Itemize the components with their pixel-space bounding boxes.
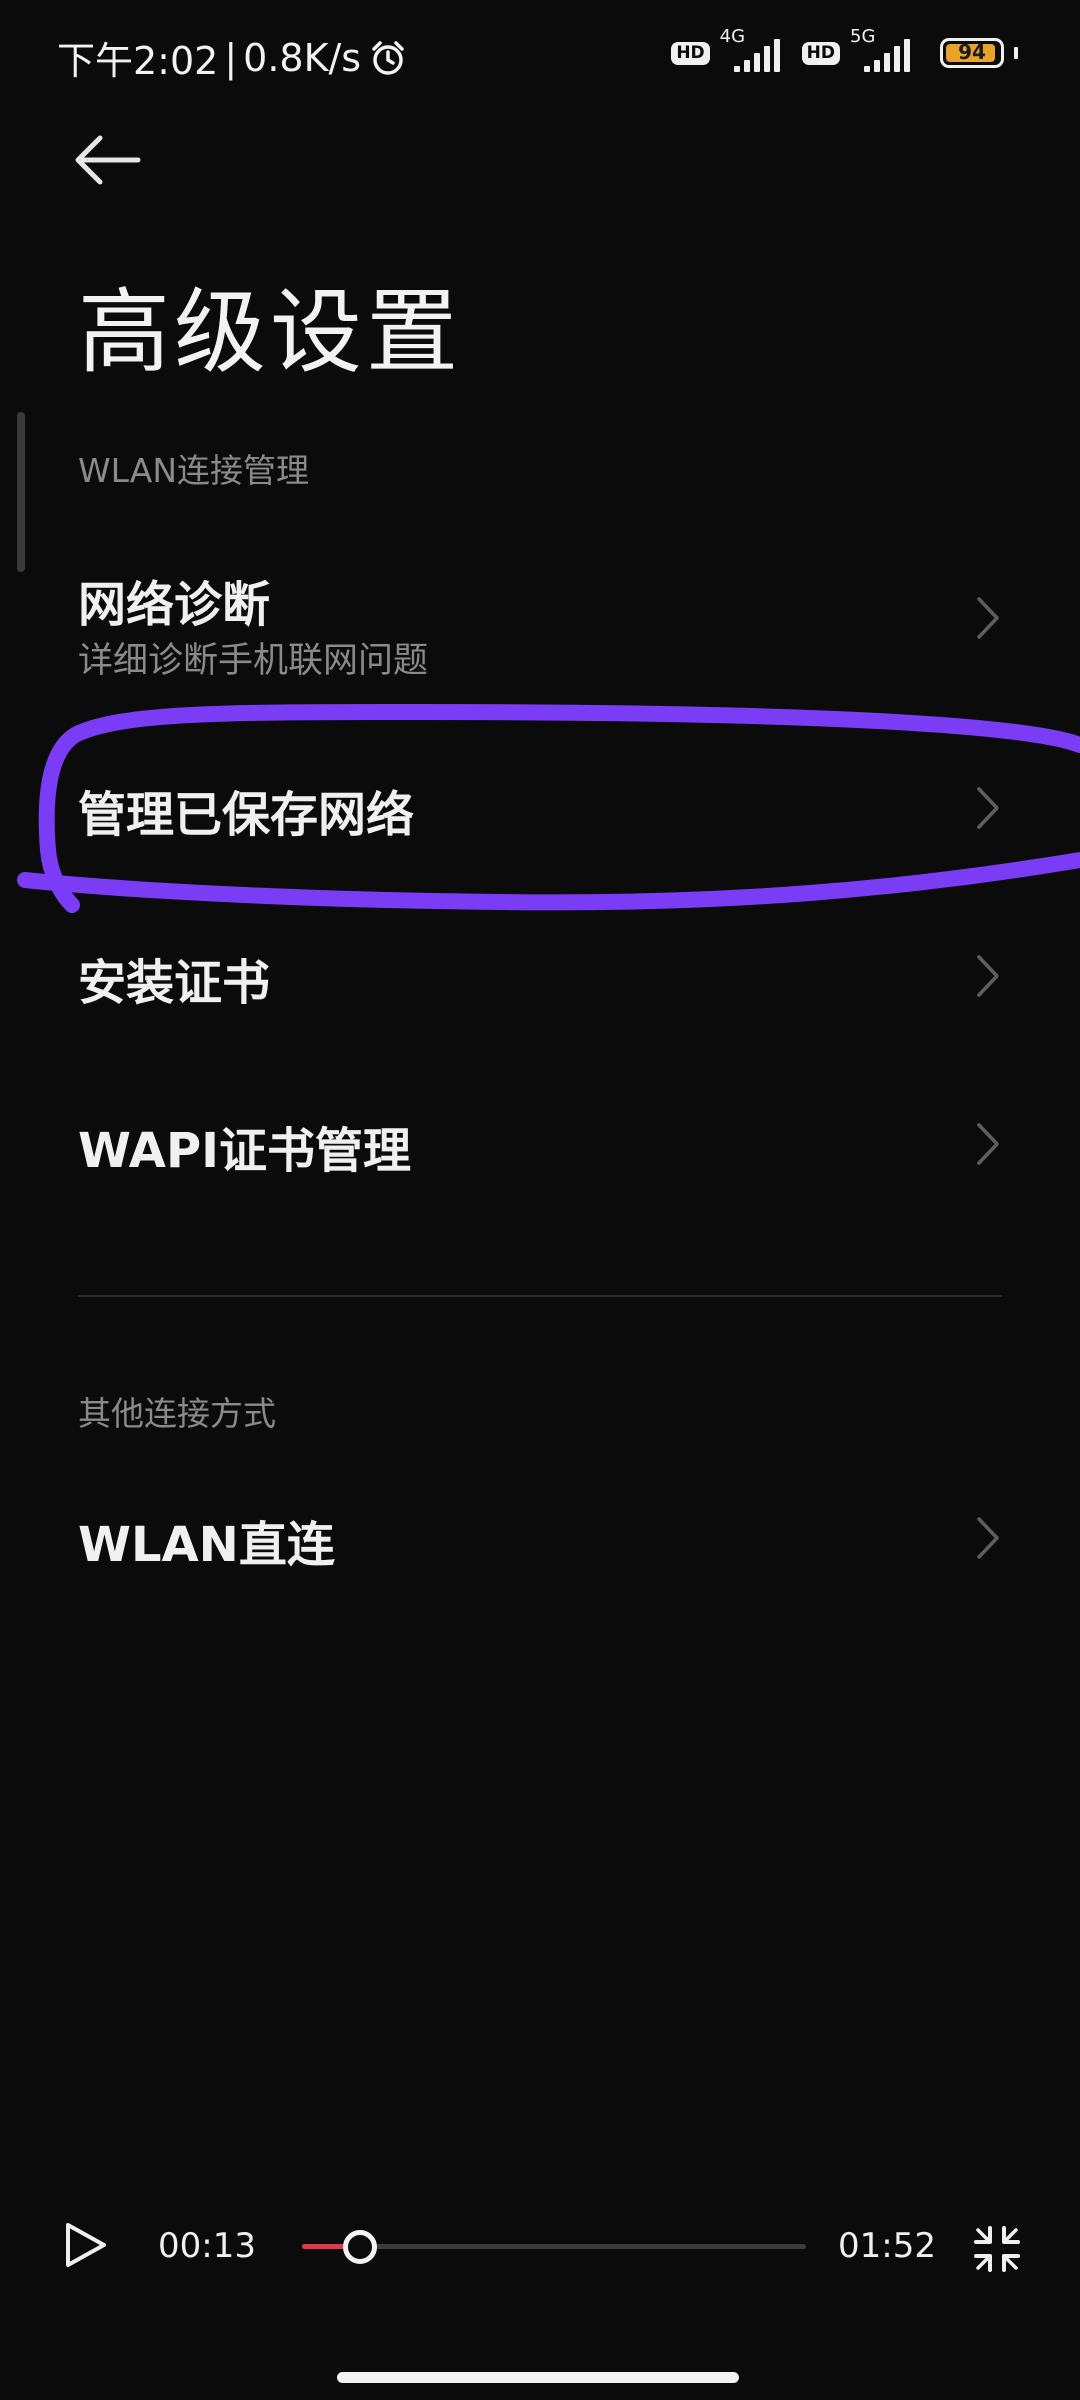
item-title: 网络诊断: [78, 577, 271, 633]
battery-percent: 94: [958, 40, 986, 64]
list-item-install-certificate[interactable]: 安装证书: [0, 910, 1080, 1040]
seek-thumb[interactable]: [343, 2229, 378, 2264]
page-title: 高级设置: [78, 279, 463, 386]
chevron-right-icon: [977, 787, 999, 829]
section-header-other: 其他连接方式: [78, 1394, 276, 1433]
home-indicator[interactable]: [337, 2372, 739, 2383]
item-title: 安装证书: [78, 955, 271, 1011]
list-item-network-diagnosis[interactable]: 网络诊断 详细诊断手机联网问题: [0, 540, 1080, 700]
status-bar: 下午2:02 | 0.8K/s HD 4G HD 5G 94: [0, 0, 1080, 110]
item-subtitle: 详细诊断手机联网问题: [78, 641, 429, 681]
item-title: WAPI证书管理: [78, 1123, 411, 1179]
section-divider: [78, 1295, 1002, 1297]
chevron-right-icon: [977, 597, 999, 639]
signal-bars-icon: [864, 39, 910, 72]
alarm-clock-icon: [372, 40, 404, 75]
sim2-signal: 5G: [850, 26, 922, 76]
status-time: 下午2:02: [57, 39, 219, 83]
list-item-wapi-certificate[interactable]: WAPI证书管理: [0, 1078, 1080, 1208]
video-player-bar: 00:13 01:52: [0, 2190, 1080, 2300]
time-total: 01:52: [838, 2226, 936, 2266]
exit-fullscreen-icon[interactable]: [972, 2224, 1022, 2274]
hd-badge-sim1: HD: [671, 41, 710, 65]
chevron-right-icon: [977, 1517, 999, 1559]
list-item-saved-networks[interactable]: 管理已保存网络: [0, 740, 1080, 870]
status-separator: |: [224, 35, 238, 80]
status-right: HD 4G HD 5G 94: [671, 26, 1018, 76]
item-title: WLAN直连: [78, 1517, 335, 1573]
seek-bar[interactable]: [302, 2229, 806, 2264]
status-left: 下午2:02 | 0.8K/s: [57, 30, 407, 85]
sim1-signal: 4G: [720, 26, 792, 76]
list-item-wlan-direct[interactable]: WLAN直连: [0, 1472, 1080, 1602]
play-icon[interactable]: [60, 2220, 110, 2270]
hd-badge-sim2: HD: [801, 41, 840, 65]
section-header-wlan: WLAN连接管理: [78, 451, 310, 490]
battery-tip: [1014, 47, 1018, 59]
item-title: 管理已保存网络: [78, 787, 415, 843]
signal-bars-icon: [733, 39, 780, 72]
time-elapsed: 00:13: [158, 2226, 256, 2266]
chevron-right-icon: [977, 955, 999, 997]
back-arrow-icon[interactable]: [70, 130, 150, 190]
chevron-right-icon: [977, 1123, 999, 1165]
battery-icon: 94: [940, 38, 1004, 68]
network-speed: 0.8K/s: [243, 35, 362, 80]
